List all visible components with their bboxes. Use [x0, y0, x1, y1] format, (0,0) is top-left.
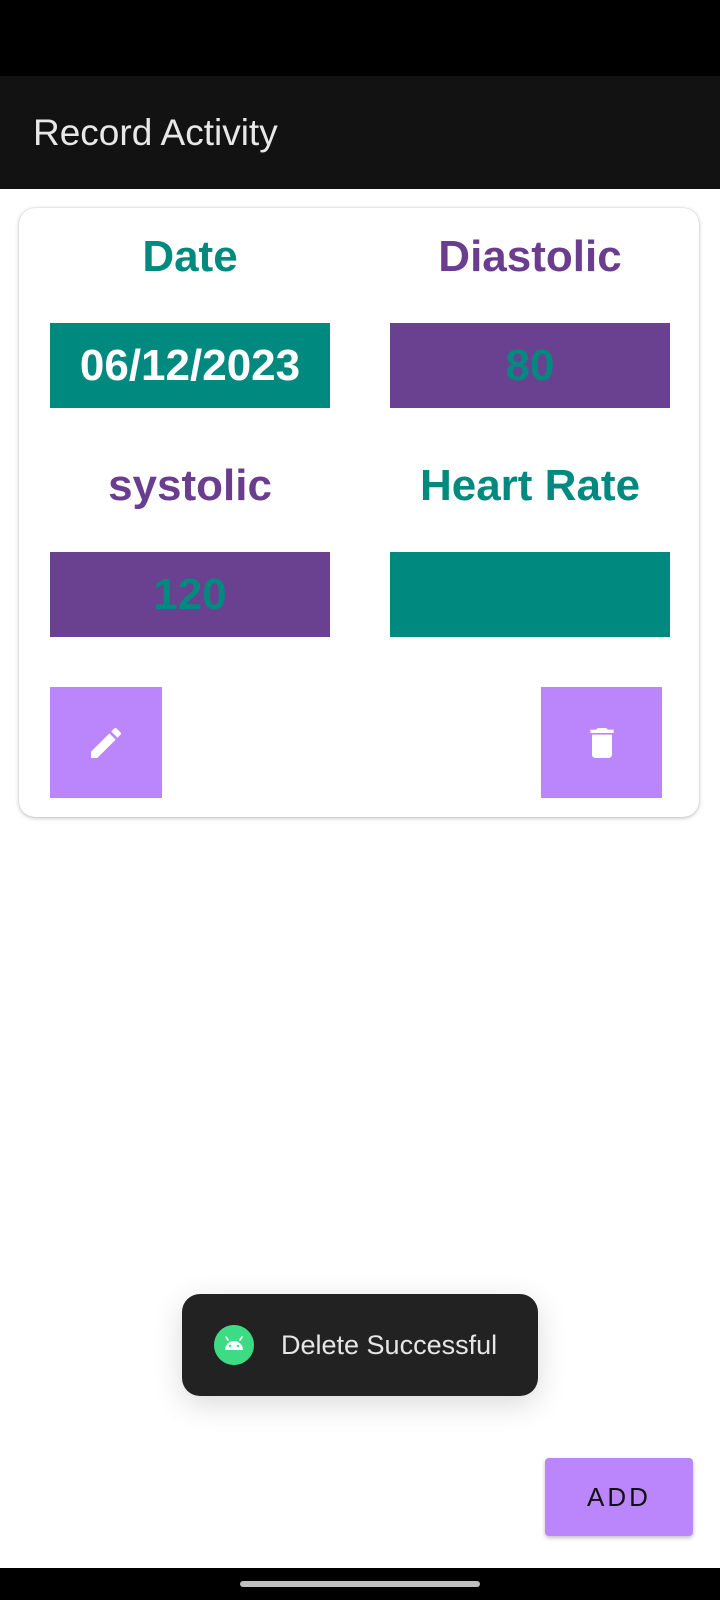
diastolic-label: Diastolic [438, 232, 622, 281]
home-gesture-handle[interactable] [240, 1581, 480, 1587]
android-icon [214, 1325, 254, 1365]
record-card[interactable]: Date Diastolic 06/12/2023 80 systolic He… [19, 208, 699, 817]
heart-rate-label: Heart Rate [419, 461, 641, 510]
trash-icon [589, 727, 614, 758]
navigation-bar [0, 1568, 720, 1600]
edit-button[interactable] [50, 687, 162, 798]
page-title: Record Activity [33, 112, 278, 153]
systolic-value: 120 [50, 552, 330, 637]
diastolic-value: 80 [390, 323, 670, 408]
status-bar [0, 0, 720, 76]
heart-rate-value [390, 552, 670, 637]
date-value: 06/12/2023 [50, 323, 330, 408]
date-label: Date [142, 232, 238, 281]
toast-message: Delete Successful [281, 1330, 498, 1360]
delete-button[interactable] [541, 687, 662, 798]
app-bar: Record Activity [0, 76, 720, 189]
systolic-label: systolic [108, 461, 272, 510]
pencil-icon [91, 727, 122, 758]
toast: Delete Successful [182, 1294, 538, 1396]
add-button[interactable]: ADD [545, 1458, 693, 1536]
